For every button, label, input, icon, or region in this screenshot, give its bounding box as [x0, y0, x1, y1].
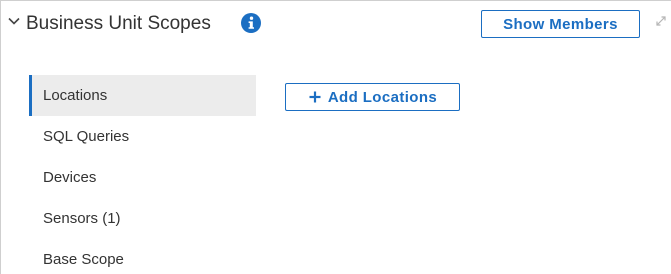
sidenav-item-sql-queries[interactable]: SQL Queries: [29, 116, 256, 157]
info-icon[interactable]: [241, 13, 261, 33]
sidenav-item-base-scope[interactable]: Base Scope: [29, 239, 256, 274]
plus-icon: [309, 91, 321, 103]
show-members-button[interactable]: Show Members: [481, 10, 640, 38]
chevron-down-icon[interactable]: [7, 14, 21, 28]
sidenav-item-locations[interactable]: Locations: [29, 75, 256, 116]
sidenav-item-sensors[interactable]: Sensors (1): [29, 198, 256, 239]
add-locations-label: Add Locations: [327, 88, 438, 106]
expand-icon[interactable]: [654, 14, 668, 28]
sidenav-item-devices[interactable]: Devices: [29, 157, 256, 198]
business-unit-scopes-panel: Business Unit Scopes Show Members Locati…: [0, 0, 671, 274]
panel-header: Business Unit Scopes Show Members: [1, 1, 671, 47]
add-locations-button[interactable]: Add Locations: [285, 83, 460, 111]
panel-title: Business Unit Scopes: [26, 13, 211, 34]
scope-sidenav: Locations SQL Queries Devices Sensors (1…: [29, 75, 256, 274]
